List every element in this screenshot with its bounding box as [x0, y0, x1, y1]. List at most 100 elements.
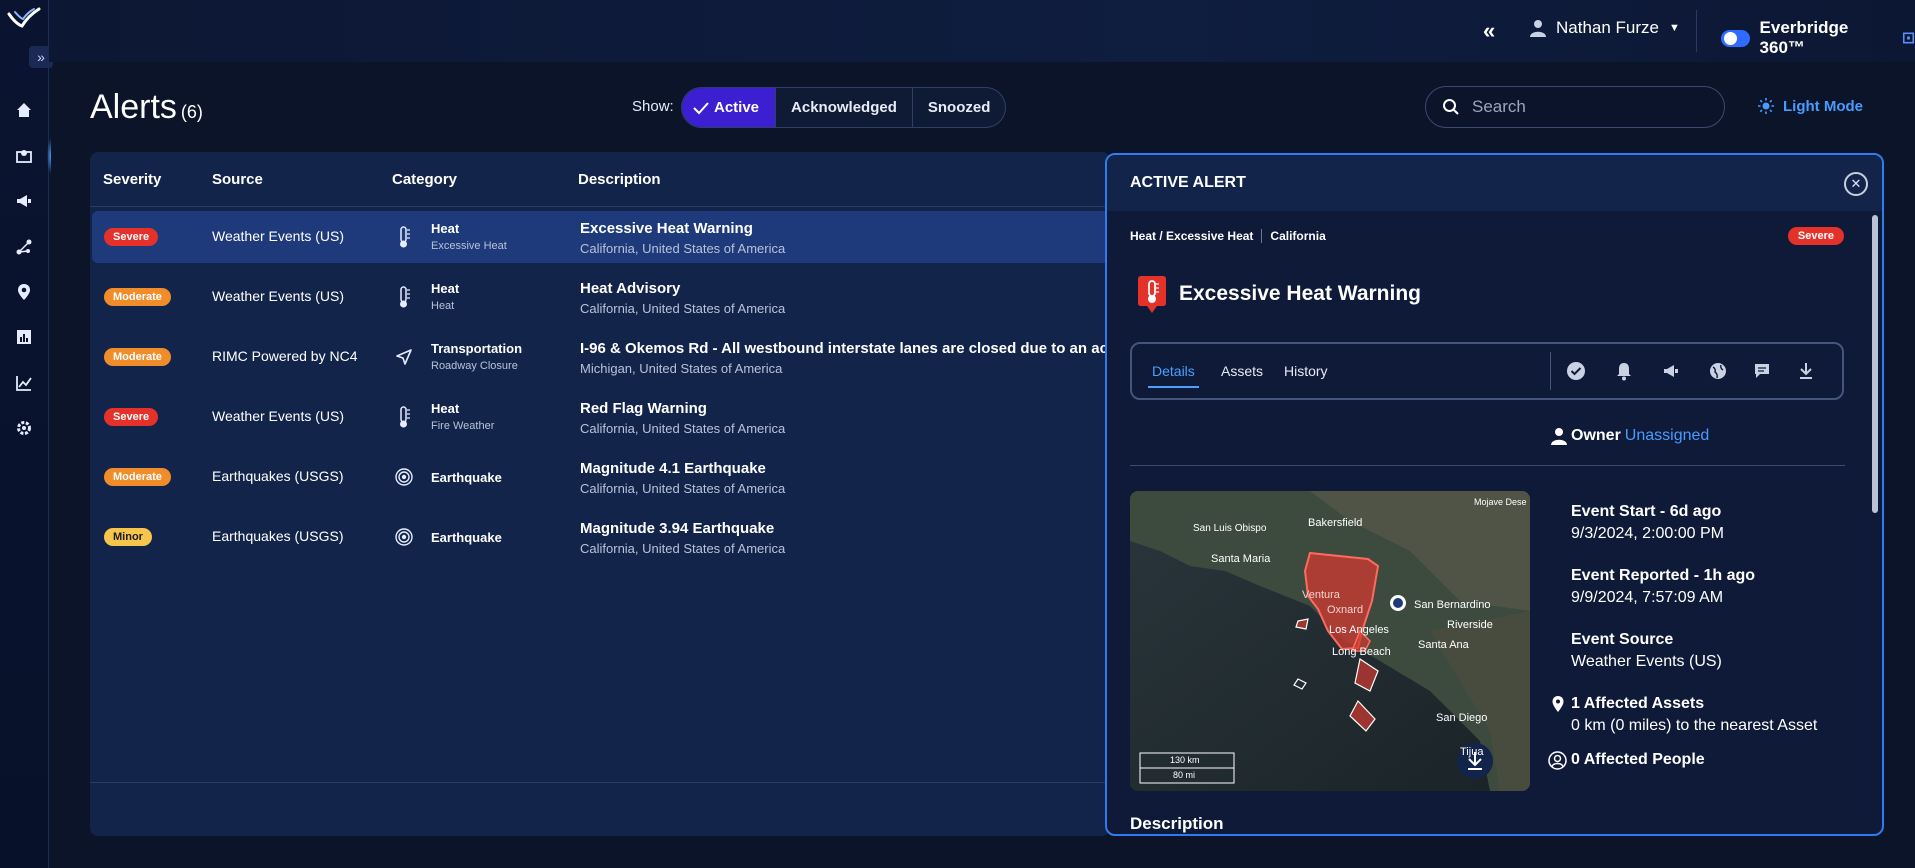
tab-history[interactable]: History — [1284, 363, 1328, 379]
search-input[interactable] — [1472, 97, 1692, 117]
event-start-value: 9/3/2024, 2:00:00 PM — [1571, 525, 1724, 542]
map-alerts-icon[interactable] — [13, 137, 51, 175]
source-cell: Weather Events (US) — [212, 288, 345, 304]
workflow-icon[interactable] — [13, 236, 35, 258]
table-row[interactable]: Moderate RIMC Powered by NC4 Transportat… — [92, 331, 1110, 383]
alert-title-cell: Excessive Heat Warning — [580, 220, 753, 237]
sidebar: » — [0, 0, 53, 868]
affected-assets-value: 0 km (0 miles) to the nearest Asset — [1571, 717, 1818, 734]
earthquake-icon — [394, 525, 414, 549]
alerts-table: Severity Source Category Description Sev… — [90, 152, 1110, 836]
sun-icon — [1758, 98, 1774, 114]
comment-icon[interactable] — [1752, 361, 1772, 381]
everbridge-logo-icon[interactable] — [6, 4, 42, 32]
breadcrumb-category: Heat / Excessive Heat — [1130, 229, 1254, 243]
alert-location-cell: California, United States of America — [580, 541, 786, 556]
severity-badge: Minor — [104, 528, 152, 546]
detail-tabs: Details Assets History — [1130, 342, 1844, 400]
collapse-panel-icon[interactable]: « — [1483, 18, 1495, 44]
thermometer-alert-icon — [1138, 276, 1166, 313]
globe-icon[interactable] — [1708, 361, 1728, 381]
location-pin-icon[interactable] — [13, 281, 35, 303]
filter-acknowledged[interactable]: Acknowledged — [775, 88, 912, 127]
user-icon — [1551, 428, 1567, 445]
subcategory-cell: Roadway Closure — [431, 360, 518, 372]
alert-location-cell: California, United States of America — [580, 421, 786, 436]
divider — [1696, 10, 1697, 52]
alert-title-cell: Red Flag Warning — [580, 400, 707, 417]
megaphone-icon[interactable] — [13, 190, 35, 212]
thermometer-icon — [394, 405, 414, 429]
panel-title: ACTIVE ALERT — [1130, 174, 1246, 191]
alert-title-cell: Magnitude 3.94 Earthquake — [580, 520, 775, 537]
severity-badge: Severe — [104, 408, 159, 426]
brand: Everbridge 360™ ⊡ — [1721, 18, 1915, 58]
source-cell: Earthquakes (USGS) — [212, 528, 344, 544]
theme-toggle[interactable] — [1721, 29, 1750, 47]
thermometer-icon — [394, 225, 414, 249]
download-icon[interactable] — [1796, 361, 1816, 381]
affected-people-label: 0 Affected People — [1571, 751, 1705, 768]
map-scale-mi: 80 mi — [1173, 770, 1196, 780]
column-header-source[interactable]: Source — [212, 171, 263, 188]
user-name: Nathan Furze — [1556, 18, 1659, 37]
earthquake-icon — [394, 465, 414, 489]
tab-details[interactable]: Details — [1148, 363, 1199, 388]
acknowledge-icon[interactable] — [1566, 361, 1586, 381]
breadcrumb: Heat / Excessive Heat California — [1130, 229, 1326, 243]
panel-scrollbar[interactable] — [1872, 215, 1878, 513]
user-menu[interactable]: Nathan Furze ▼ — [1530, 18, 1680, 38]
alert-location-cell: California, United States of America — [580, 481, 786, 496]
source-cell: RIMC Powered by NC4 — [212, 348, 358, 364]
line-chart-icon[interactable] — [13, 372, 35, 394]
subcategory-cell: Heat — [431, 300, 455, 312]
owner-row: Owner Unassigned — [1551, 427, 1709, 445]
filter-snoozed[interactable]: Snoozed — [911, 88, 1005, 127]
settings-gear-icon[interactable] — [13, 417, 35, 439]
status-filter: Active Acknowledged Snoozed — [681, 87, 1007, 128]
event-source: Event Source Weather Events (US) — [1571, 631, 1722, 671]
table-row[interactable]: Minor Earthquakes (USGS) Earthquake Magn… — [92, 511, 1110, 563]
brand-badge-icon[interactable]: ⊡ — [1902, 28, 1915, 48]
table-row[interactable]: Moderate Weather Events (US) Heat Heat H… — [92, 271, 1110, 323]
close-icon[interactable]: ✕ — [1844, 172, 1868, 196]
table-row[interactable]: Severe Weather Events (US) Heat Fire Wea… — [92, 391, 1110, 443]
category-cell: Heat — [431, 401, 460, 416]
broadcast-icon[interactable] — [1661, 361, 1681, 381]
source-cell: Earthquakes (USGS) — [212, 468, 344, 484]
alert-location-cell: California, United States of America — [580, 301, 786, 316]
affected-assets: 1 Affected Assets 0 km (0 miles) to the … — [1552, 695, 1818, 735]
map-label: Ventura — [1302, 589, 1340, 601]
thermometer-icon — [394, 285, 414, 309]
snooze-bell-icon[interactable] — [1614, 361, 1634, 381]
description-heading: Description — [1130, 814, 1224, 833]
map-label: Oxnard — [1327, 604, 1364, 616]
bar-chart-icon[interactable] — [13, 326, 35, 348]
event-reported-value: 9/9/2024, 7:57:09 AM — [1571, 589, 1724, 606]
top-bar: « Nathan Furze ▼ Everbridge 360™ ⊡ — [49, 0, 1915, 62]
light-mode-button[interactable]: Light Mode — [1757, 97, 1863, 115]
tab-assets[interactable]: Assets — [1221, 363, 1263, 379]
home-icon[interactable] — [13, 99, 35, 121]
map-label: San Diego — [1436, 712, 1488, 724]
column-header-severity[interactable]: Severity — [103, 171, 161, 188]
search-box[interactable] — [1425, 86, 1725, 128]
filter-active[interactable]: Active — [682, 88, 776, 127]
column-header-description[interactable]: Description — [578, 171, 661, 188]
alert-location-cell: California, United States of America — [580, 241, 786, 256]
table-row[interactable]: Severe Weather Events (US) Heat Excessiv… — [92, 211, 1110, 263]
table-row[interactable]: Moderate Earthquakes (USGS) Earthquake M… — [92, 451, 1110, 503]
alert-location-cell: Michigan, United States of America — [580, 361, 783, 376]
alert-map[interactable]: San Luis Obispo Bakersfield Santa Maria … — [1130, 491, 1530, 791]
event-reported-label: Event Reported - 1h ago — [1571, 567, 1756, 584]
category-cell: Heat — [431, 221, 460, 236]
breadcrumb-location: California — [1270, 229, 1326, 243]
owner-value-link[interactable]: Unassigned — [1625, 427, 1710, 445]
subcategory-cell: Excessive Heat — [431, 240, 507, 252]
person-circle-icon — [1548, 751, 1567, 770]
location-pin-icon — [1552, 696, 1564, 712]
breadcrumb-separator — [1261, 229, 1263, 243]
column-header-category[interactable]: Category — [392, 171, 457, 188]
severity-badge: Moderate — [104, 468, 171, 486]
category-cell: Earthquake — [431, 530, 502, 545]
